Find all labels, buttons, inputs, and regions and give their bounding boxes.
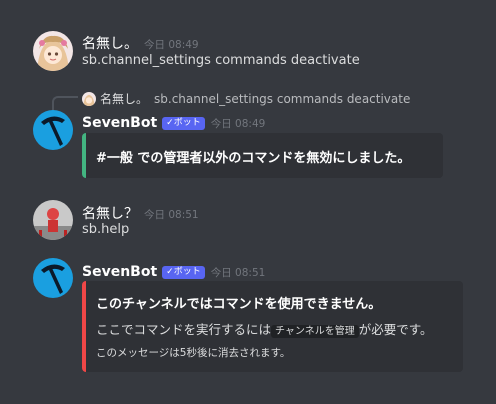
embed-title: #一般 での管理者以外のコマンドを無効にしました。 [96, 147, 410, 166]
pickaxe-avatar[interactable] [33, 110, 73, 150]
author-name[interactable]: 名無し？ [82, 206, 138, 222]
inline-code: チャンネルを管理 [271, 325, 359, 338]
timestamp: 今日 08:49 [144, 39, 199, 51]
anime-girl-avatar[interactable] [33, 31, 73, 71]
reply-preview[interactable]: 名無し。 sb.channel_settings commands deactiv… [82, 90, 410, 107]
embed-title-text: での管理者以外のコマンドを無効にしました。 [132, 151, 411, 166]
embed-title: このチャンネルではコマンドを使用できません。 [96, 297, 382, 312]
message-content: sb.help [82, 222, 130, 237]
red-figure-avatar[interactable] [33, 200, 73, 240]
message-header: 名無し。 今日 08:49 [82, 33, 199, 53]
embed-color-bar [82, 133, 86, 178]
timestamp: 今日 08:51 [144, 209, 199, 221]
timestamp: 今日 08:49 [210, 118, 266, 130]
desc-text: ここでコマンドを実行するには [96, 322, 272, 337]
embed-color-bar [82, 281, 86, 372]
message-header: SevenBot ✓ボット 今日 08:51 [82, 261, 265, 280]
embed-description: ここでコマンドを実行するには チャンネルを管理 が必要です。 [96, 319, 432, 338]
anime-girl-avatar [82, 92, 96, 106]
embed-error: このチャンネルではコマンドを使用できません。 ここでコマンドを実行するには チャン… [82, 281, 463, 372]
timestamp: 今日 08:51 [210, 267, 266, 279]
bot-tag: ✓ボット [162, 117, 205, 130]
embed-success: #一般 での管理者以外のコマンドを無効にしました。 [82, 133, 443, 178]
message-header: SevenBot ✓ボット 今日 08:49 [82, 112, 265, 131]
pickaxe-avatar[interactable] [33, 258, 73, 298]
author-name[interactable]: SevenBot [82, 264, 157, 280]
reply-spine [52, 96, 78, 110]
author-name[interactable]: SevenBot [82, 115, 157, 131]
desc-text: が必要です。 [358, 322, 433, 337]
author-name[interactable]: 名無し。 [82, 36, 138, 52]
channel-mention[interactable]: #一般 [96, 151, 133, 166]
bot-tag: ✓ボット [162, 266, 205, 279]
message-content: sb.channel_settings commands deactivate [82, 53, 360, 68]
reply-author[interactable]: 名無し。 [100, 92, 148, 106]
message-header: 名無し？ 今日 08:51 [82, 203, 199, 223]
reply-content: sb.channel_settings commands deactivate [154, 92, 411, 106]
embed-footer: このメッセージは5秒後に消去されます。 [96, 347, 291, 359]
